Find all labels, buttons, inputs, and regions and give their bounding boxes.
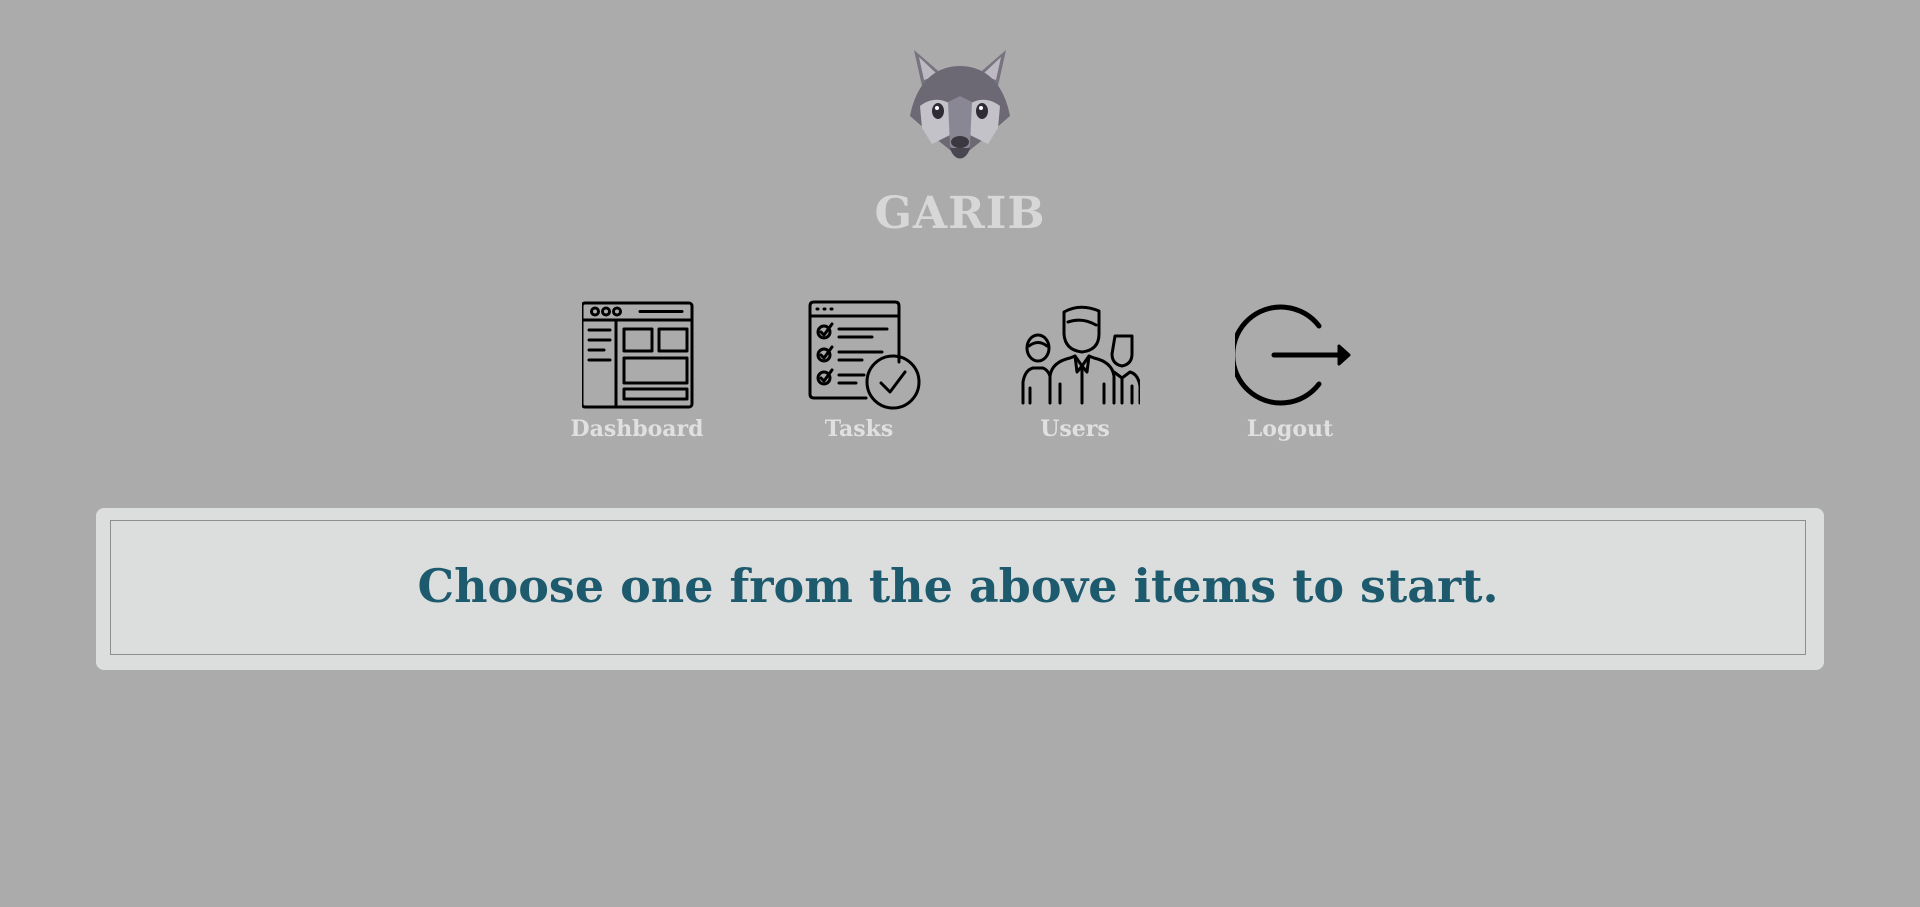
dashboard-icon — [582, 301, 694, 409]
nav-item-users[interactable]: Users — [985, 300, 1165, 450]
message-panel: Choose one from the above items to start… — [96, 508, 1824, 670]
nav-label-logout: Logout — [1246, 416, 1334, 442]
nav-label-tasks: Tasks — [824, 416, 894, 442]
message-panel-frame: Choose one from the above items to start… — [110, 520, 1806, 655]
task-checklist-icon — [808, 300, 921, 410]
wolf-head-icon — [910, 50, 1010, 159]
users-group-icon — [1021, 305, 1140, 405]
brand-title: GARIB — [874, 188, 1046, 239]
nav-item-tasks[interactable]: Tasks — [769, 300, 949, 450]
logout-icon — [1235, 304, 1351, 406]
nav-item-logout[interactable]: Logout — [1200, 300, 1380, 450]
nav-label-dashboard: Dashboard — [570, 416, 704, 442]
nav-label-users: Users — [1040, 416, 1110, 442]
start-message: Choose one from the above items to start… — [417, 559, 1499, 613]
nav-item-dashboard[interactable]: Dashboard — [547, 300, 727, 450]
home-page: GARIB Dashboard Tasks Users Logout Choos… — [0, 0, 1920, 907]
